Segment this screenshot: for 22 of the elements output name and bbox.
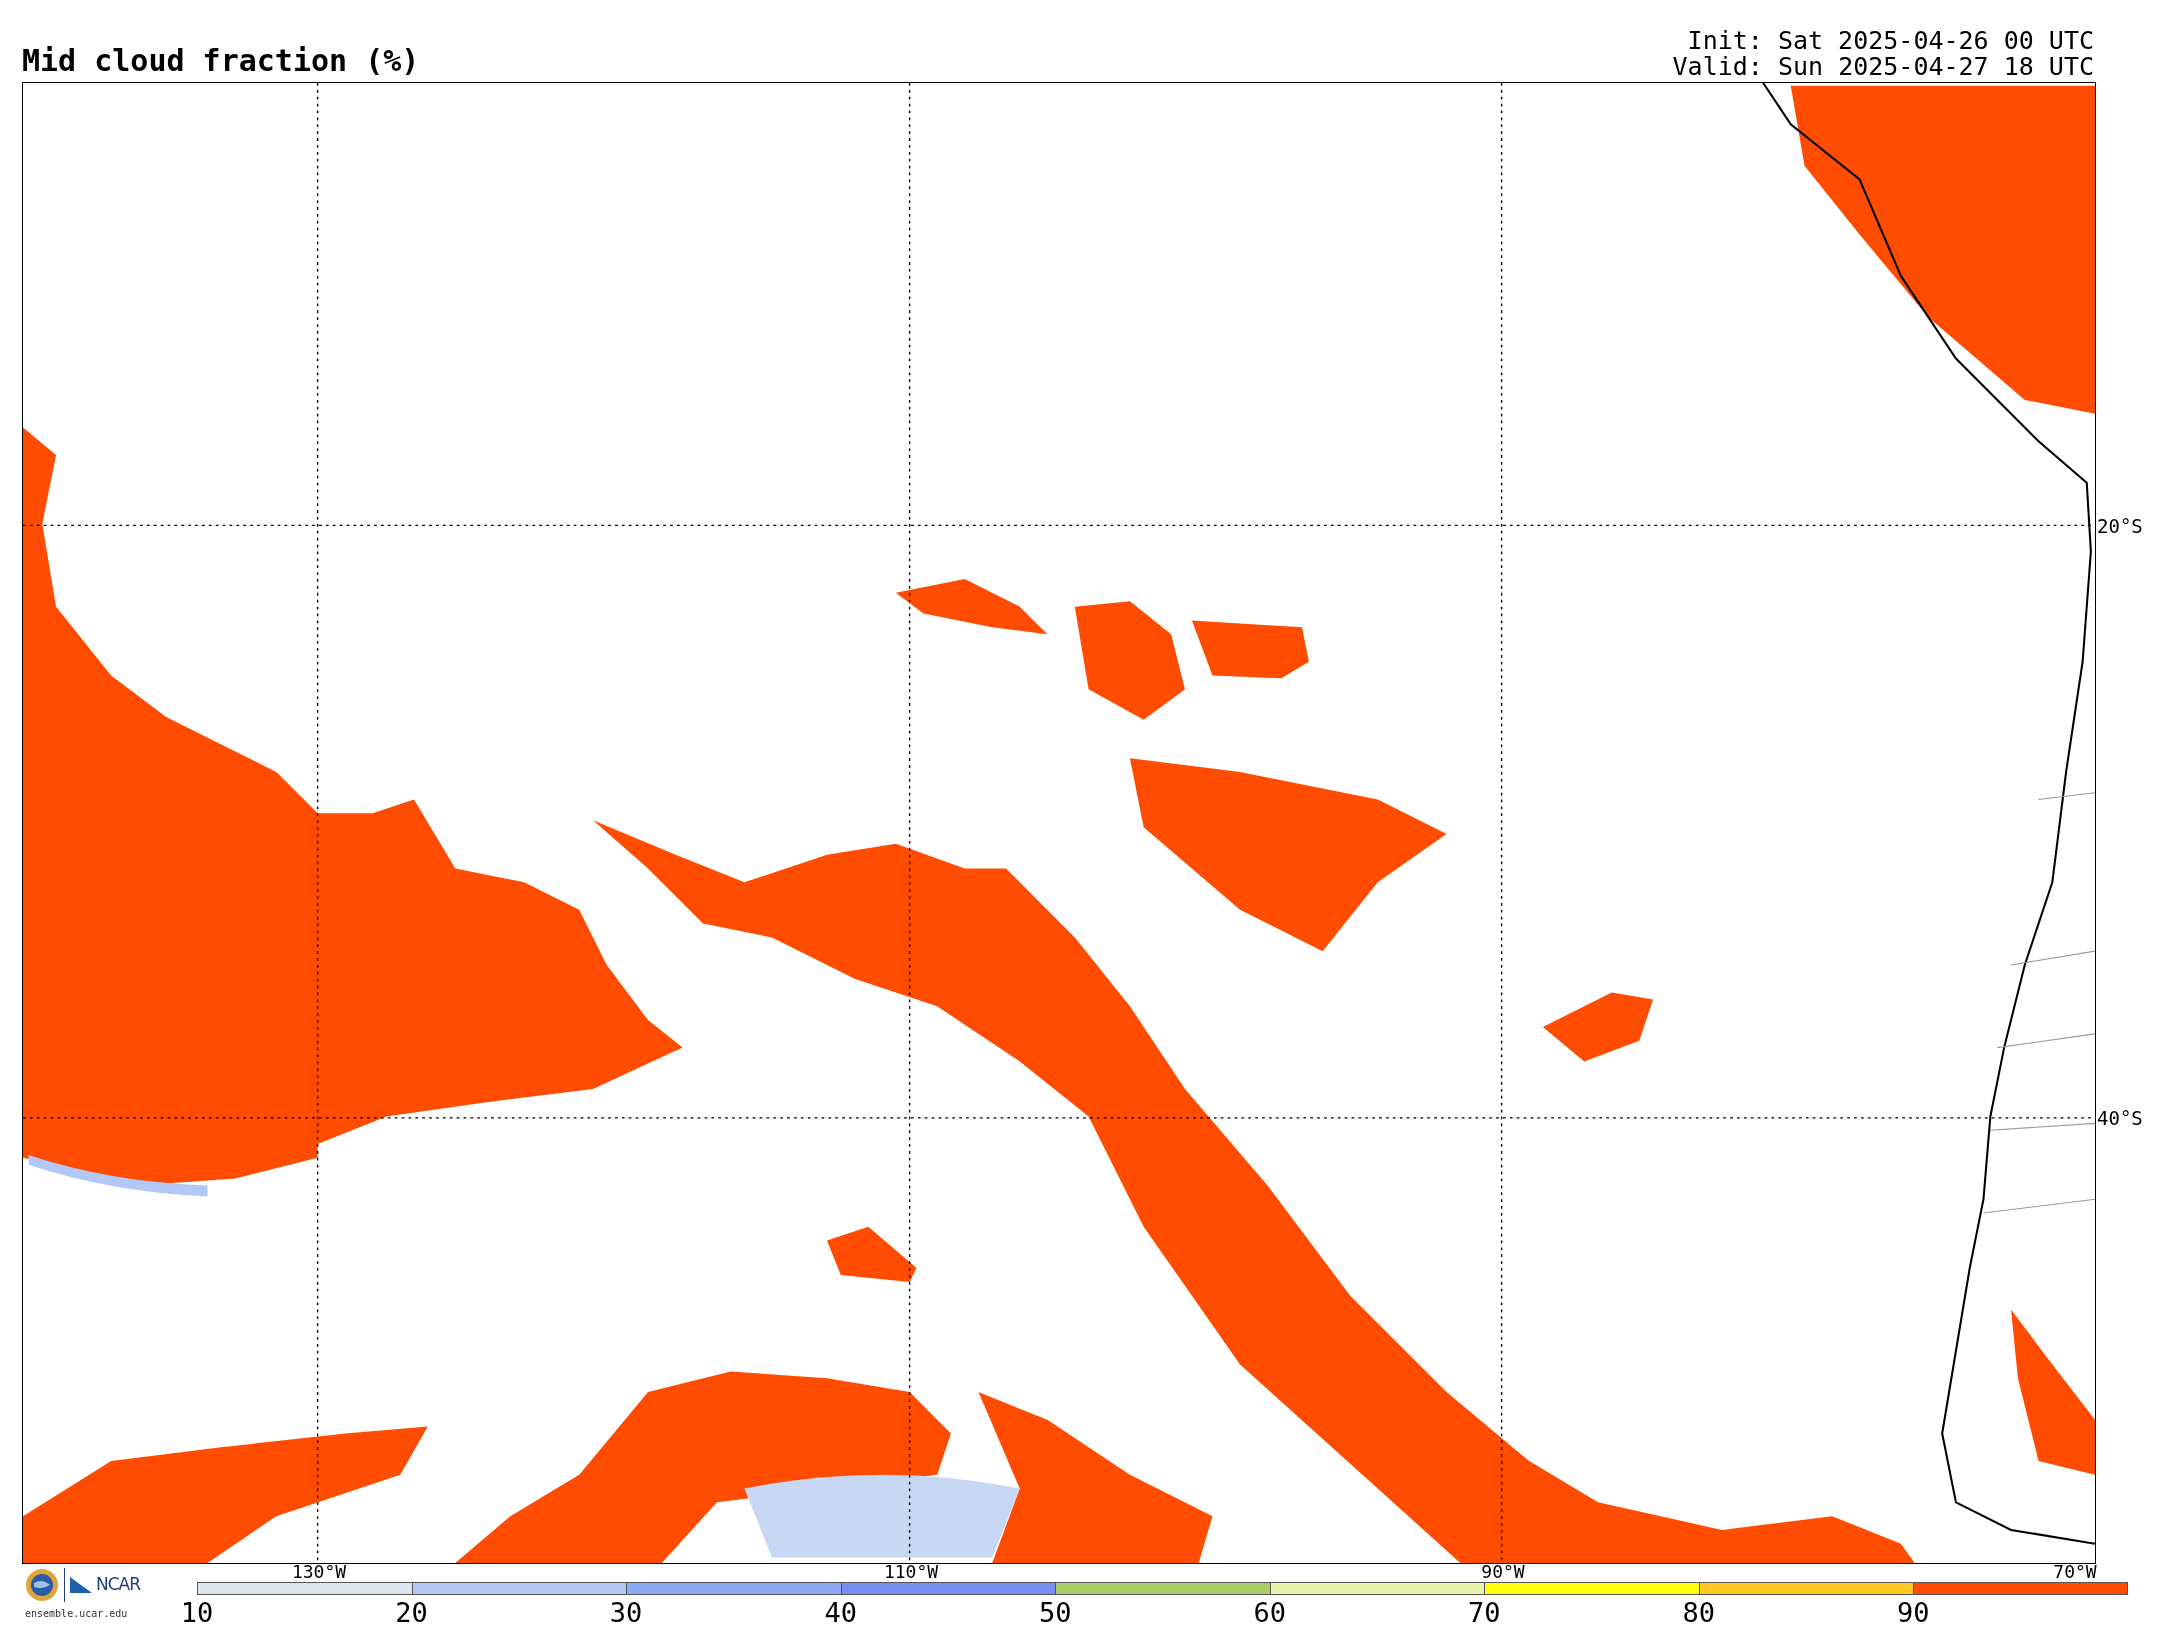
init-time: Init: Sat 2025-04-26 00 UTC xyxy=(1687,30,2094,52)
latitude-label: 40°S xyxy=(2097,1108,2143,1128)
latitude-label: 20°S xyxy=(2097,516,2143,536)
longitude-label: 90°W xyxy=(1481,1563,1525,1581)
triangle-logo-icon xyxy=(70,1577,92,1593)
valid-time: Valid: Sun 2025-04-27 18 UTC xyxy=(1672,56,2094,78)
colorbar-tick-label: 70 xyxy=(1468,1599,1501,1626)
logo-text: NCAR xyxy=(96,1573,141,1597)
colorbar-tick-label: 50 xyxy=(1038,1599,1072,1626)
longitude-label: 110°W xyxy=(883,1563,939,1581)
colorbar-tick-label: 30 xyxy=(609,1599,643,1626)
chart-title: Mid cloud fraction (%) xyxy=(22,46,420,76)
colorbar-tick-label: 90 xyxy=(1897,1599,1930,1626)
colorbar-tick-label: 10 xyxy=(180,1599,214,1626)
colorbar-tick-label: 20 xyxy=(395,1599,428,1626)
longitude-label: 130°W xyxy=(291,1563,347,1581)
colorbar-tick-label: 40 xyxy=(824,1599,857,1626)
globe-logo-icon xyxy=(25,1568,59,1602)
divider-icon xyxy=(63,1568,66,1602)
colorbar-tick-label: 60 xyxy=(1253,1599,1286,1626)
longitude-label: 70°W xyxy=(2053,1563,2097,1581)
colorbar-tick-label: 80 xyxy=(1682,1599,1716,1626)
